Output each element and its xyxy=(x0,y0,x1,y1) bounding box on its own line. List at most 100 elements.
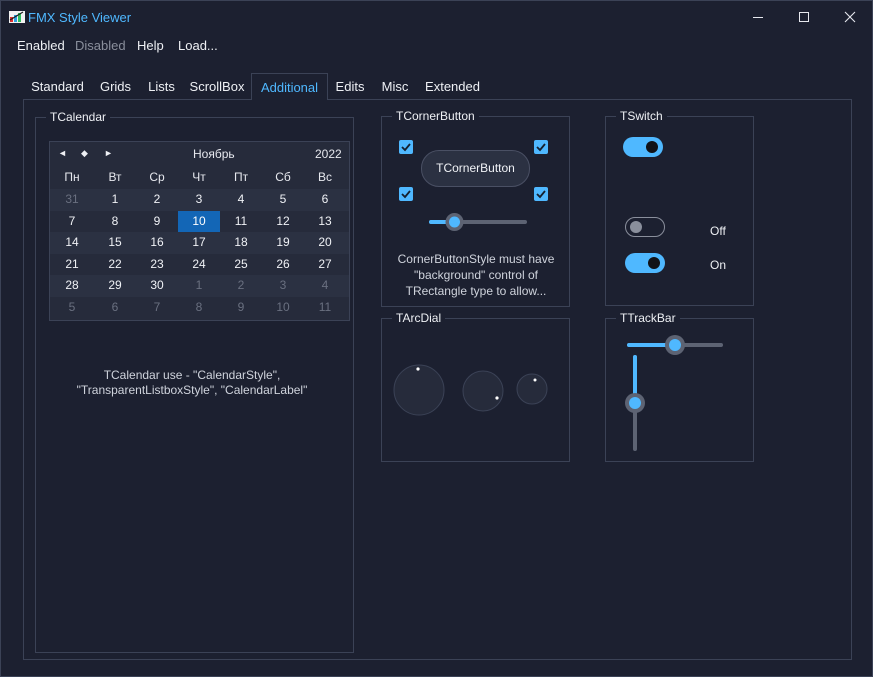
tab-grids[interactable]: Grids xyxy=(91,73,140,100)
switch-knob xyxy=(646,141,658,153)
calendar-day[interactable]: 4 xyxy=(304,275,346,297)
calendar-day[interactable]: 22 xyxy=(94,254,136,276)
switch-1[interactable] xyxy=(623,137,663,157)
calendar-caption-line: TCalendar use - "CalendarStyle", xyxy=(103,368,281,382)
calendar-day[interactable]: 25 xyxy=(220,254,262,276)
next-month-icon[interactable]: ► xyxy=(104,148,113,158)
calendar-day[interactable]: 10 xyxy=(262,297,304,319)
arcdial-group-title: TArcDial xyxy=(392,311,446,325)
calendar-caption-line: "TransparentListboxStyle", "CalendarLabe… xyxy=(76,383,308,397)
calendar-day[interactable]: 11 xyxy=(304,297,346,319)
calendar-day[interactable]: 16 xyxy=(136,232,178,254)
calendar-day[interactable]: 12 xyxy=(262,211,304,233)
calendar-day[interactable]: 8 xyxy=(178,297,220,319)
weekday-label: Вт xyxy=(108,170,122,184)
trackbar-group-title: TTrackBar xyxy=(616,311,680,325)
calendar[interactable]: ◄ ◆ ► Ноябрь 2022 Пн Вт Ср Чт Пт Сб Вс 31 1 2 3 4 5… xyxy=(49,141,350,321)
tab-extended[interactable]: Extended xyxy=(418,73,487,100)
checkbox-bottom-right[interactable] xyxy=(534,187,548,201)
menu-load[interactable]: Load... xyxy=(178,38,218,53)
corner-note-line: TRectangle type to allow... xyxy=(405,284,547,298)
close-button[interactable] xyxy=(827,1,873,33)
minimize-button[interactable] xyxy=(735,1,781,33)
calendar-day[interactable]: 2 xyxy=(136,189,178,211)
weekday-label: Пн xyxy=(64,170,80,184)
calendar-day[interactable]: 6 xyxy=(94,297,136,319)
calendar-day[interactable]: 30 xyxy=(136,275,178,297)
calendar-day[interactable]: 13 xyxy=(304,211,346,233)
switch-on[interactable] xyxy=(625,253,665,273)
calendar-weekdays: Пн Вт Ср Чт Пт Сб Вс xyxy=(50,166,349,188)
calendar-day[interactable]: 18 xyxy=(220,232,262,254)
calendar-day[interactable]: 1 xyxy=(178,275,220,297)
checkbox-top-left[interactable] xyxy=(399,140,413,154)
corner-button[interactable]: TCornerButton xyxy=(421,150,530,187)
calendar-day[interactable]: 23 xyxy=(136,254,178,276)
calendar-day[interactable]: 29 xyxy=(94,275,136,297)
calendar-month[interactable]: Ноябрь xyxy=(193,147,235,161)
check-icon xyxy=(401,190,411,199)
calendar-day[interactable]: 2 xyxy=(220,275,262,297)
calendar-year[interactable]: 2022 xyxy=(315,147,342,161)
calendar-day[interactable]: 17 xyxy=(178,232,220,254)
menu-help[interactable]: Help xyxy=(137,38,164,53)
calendar-day[interactable]: 8 xyxy=(94,211,136,233)
maximize-button[interactable] xyxy=(781,1,827,33)
tab-additional[interactable]: Additional xyxy=(251,73,328,100)
calendar-day[interactable]: 24 xyxy=(178,254,220,276)
switch-off-label: Off xyxy=(710,224,726,238)
arc-dial-large[interactable] xyxy=(393,364,447,418)
corner-trackbar[interactable] xyxy=(429,212,527,232)
weekday-label: Пт xyxy=(233,170,249,184)
arc-dial-indicator xyxy=(416,367,420,371)
calendar-day[interactable]: 4 xyxy=(220,189,262,211)
prev-month-icon[interactable]: ◄ xyxy=(58,148,67,158)
calendar-day[interactable]: 6 xyxy=(304,189,346,211)
calendar-day[interactable]: 28 xyxy=(50,275,94,297)
calendar-day[interactable]: 21 xyxy=(50,254,94,276)
calendar-day[interactable]: 7 xyxy=(136,297,178,319)
calendar-day[interactable]: 14 xyxy=(50,232,94,254)
checkbox-bottom-left[interactable] xyxy=(399,187,413,201)
tab-scrollbox[interactable]: ScrollBox xyxy=(183,73,251,100)
calendar-day[interactable]: 11 xyxy=(220,211,262,233)
calendar-day[interactable]: 27 xyxy=(304,254,346,276)
calendar-day[interactable]: 31 xyxy=(50,189,94,211)
calendar-day[interactable]: 9 xyxy=(220,297,262,319)
calendar-day-selected[interactable]: 10 xyxy=(178,210,220,232)
calendar-header: ◄ ◆ ► Ноябрь 2022 xyxy=(50,142,349,166)
checkbox-top-right[interactable] xyxy=(534,140,548,154)
calendar-day[interactable]: 9 xyxy=(136,211,178,233)
vertical-trackbar[interactable] xyxy=(624,353,646,453)
weekday-label: Вс xyxy=(317,170,332,184)
calendar-day[interactable]: 3 xyxy=(178,189,220,211)
tab-edits[interactable]: Edits xyxy=(328,73,372,100)
menu-disabled: Disabled xyxy=(75,38,126,53)
calendar-day[interactable]: 15 xyxy=(94,232,136,254)
switch-group-title: TSwitch xyxy=(616,109,667,123)
menu-bar: Enabled Disabled Help Load... xyxy=(1,33,872,59)
switch-off[interactable] xyxy=(625,217,665,237)
arc-dial-small[interactable] xyxy=(516,373,550,407)
calendar-week-row: 31 1 2 3 4 5 6 xyxy=(50,189,349,211)
switch-knob xyxy=(648,257,660,269)
arc-dial-indicator xyxy=(495,396,499,400)
tab-misc[interactable]: Misc xyxy=(372,73,418,100)
calendar-day[interactable]: 19 xyxy=(262,232,304,254)
calendar-day[interactable]: 5 xyxy=(262,189,304,211)
calendar-day[interactable]: 1 xyxy=(94,189,136,211)
tab-lists[interactable]: Lists xyxy=(140,73,183,100)
calendar-days: 31 1 2 3 4 5 6 7 8 9 10 11 12 13 14 15 16 17 18 19 20 21 22 23 2… xyxy=(50,189,349,318)
calendar-day[interactable]: 3 xyxy=(262,275,304,297)
title-bar[interactable]: FMX Style Viewer xyxy=(1,1,872,33)
calendar-day[interactable]: 20 xyxy=(304,232,346,254)
calendar-day[interactable]: 7 xyxy=(50,211,94,233)
today-icon[interactable]: ◆ xyxy=(81,148,88,159)
arc-dial-medium[interactable] xyxy=(462,370,506,414)
app-icon xyxy=(9,11,25,23)
calendar-day[interactable]: 5 xyxy=(50,297,94,319)
menu-enabled[interactable]: Enabled xyxy=(17,38,65,53)
tab-standard[interactable]: Standard xyxy=(24,73,91,100)
calendar-group-title: TCalendar xyxy=(46,110,111,124)
calendar-day[interactable]: 26 xyxy=(262,254,304,276)
